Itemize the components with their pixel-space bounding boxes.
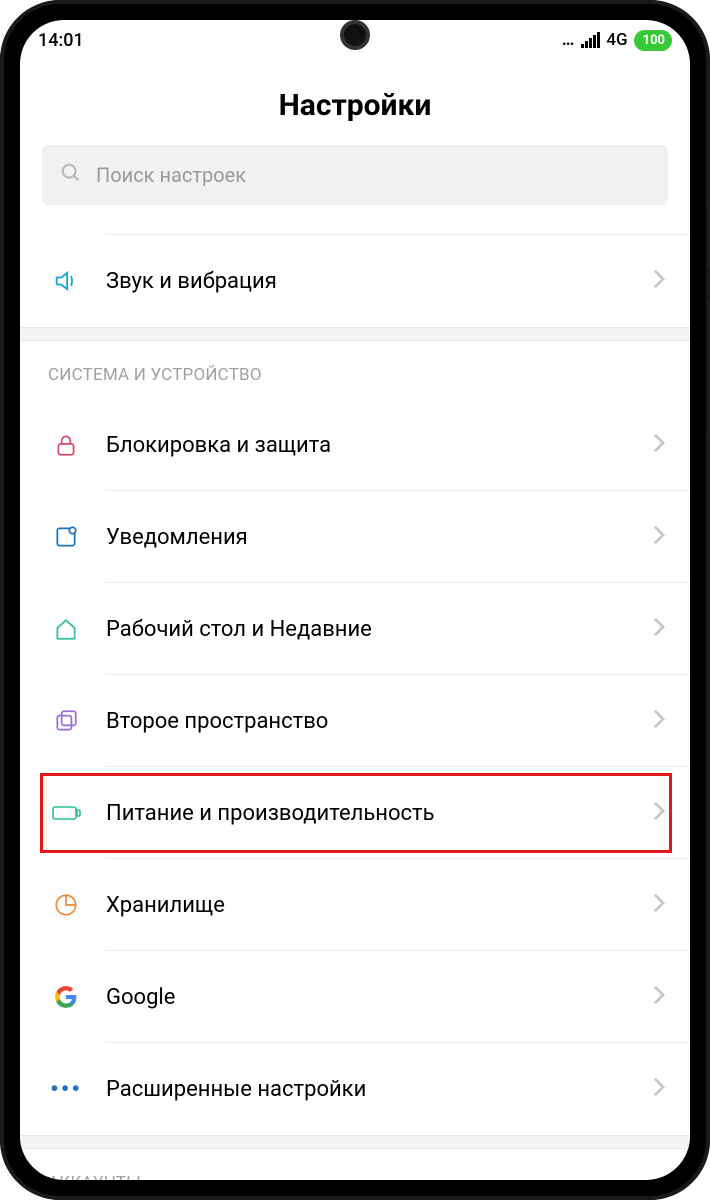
signal-bars-icon [581,32,600,48]
settings-item-label: Хранилище [88,893,652,918]
page-title: Настройки [20,60,690,145]
settings-item-label: Звук и вибрация [88,269,652,294]
search-input[interactable]: Поиск настроек [42,145,668,205]
settings-item-battery[interactable]: Питание и производительность [20,767,690,859]
section-header-system: СИСТЕМА И УСТРОЙСТВО [20,341,690,399]
settings-item-google[interactable]: Google [20,951,690,1043]
battery-level: 100 [643,33,665,48]
status-right: … 4G 100 [562,30,672,51]
battery-indicator: 100 [634,30,672,51]
settings-item-advanced[interactable]: ••• Расширенные настройки [20,1043,690,1135]
section-header-accounts: АККАУНТЫ [20,1149,690,1180]
lock-icon [44,432,88,458]
settings-item-lock[interactable]: Блокировка и защита [20,399,690,491]
settings-item-second-space[interactable]: Второе пространство [20,675,690,767]
google-icon [44,984,88,1010]
chevron-right-icon [652,708,666,734]
network-type: 4G [606,30,627,50]
settings-item-notifications[interactable]: Уведомления [20,491,690,583]
signal-dots-icon: … [562,30,576,50]
search-icon [60,162,82,188]
second-space-icon [44,708,88,734]
chevron-right-icon [652,984,666,1010]
chevron-right-icon [652,616,666,642]
more-icon: ••• [44,1075,88,1103]
settings-item-label: Второе пространство [88,709,652,734]
settings-item-storage[interactable]: Хранилище [20,859,690,951]
chevron-right-icon [652,800,666,826]
notifications-icon [44,524,88,550]
sound-icon [44,267,88,295]
chevron-right-icon [652,432,666,458]
chevron-right-icon [652,524,666,550]
settings-item-label: Google [88,985,652,1010]
battery-icon [44,803,88,823]
screen: 14:01 … 4G 100 Настройки Поиск настроек [20,20,690,1180]
status-time: 14:01 [38,30,84,51]
camera-notch [340,20,370,50]
chevron-right-icon [652,268,666,294]
home-icon [44,616,88,642]
storage-icon [44,892,88,918]
settings-item-home[interactable]: Рабочий стол и Недавние [20,583,690,675]
search-placeholder: Поиск настроек [96,163,246,187]
chevron-right-icon [652,1076,666,1102]
settings-item-label: Блокировка и защита [88,433,652,458]
settings-item-label: Уведомления [88,525,652,550]
settings-item-label: Рабочий стол и Недавние [88,617,652,642]
settings-item-label: Питание и производительность [88,801,652,826]
phone-frame: 14:01 … 4G 100 Настройки Поиск настроек [0,0,710,1200]
chevron-right-icon [652,892,666,918]
settings-item-label: Расширенные настройки [88,1077,652,1102]
settings-item-sound[interactable]: Звук и вибрация [20,235,690,327]
